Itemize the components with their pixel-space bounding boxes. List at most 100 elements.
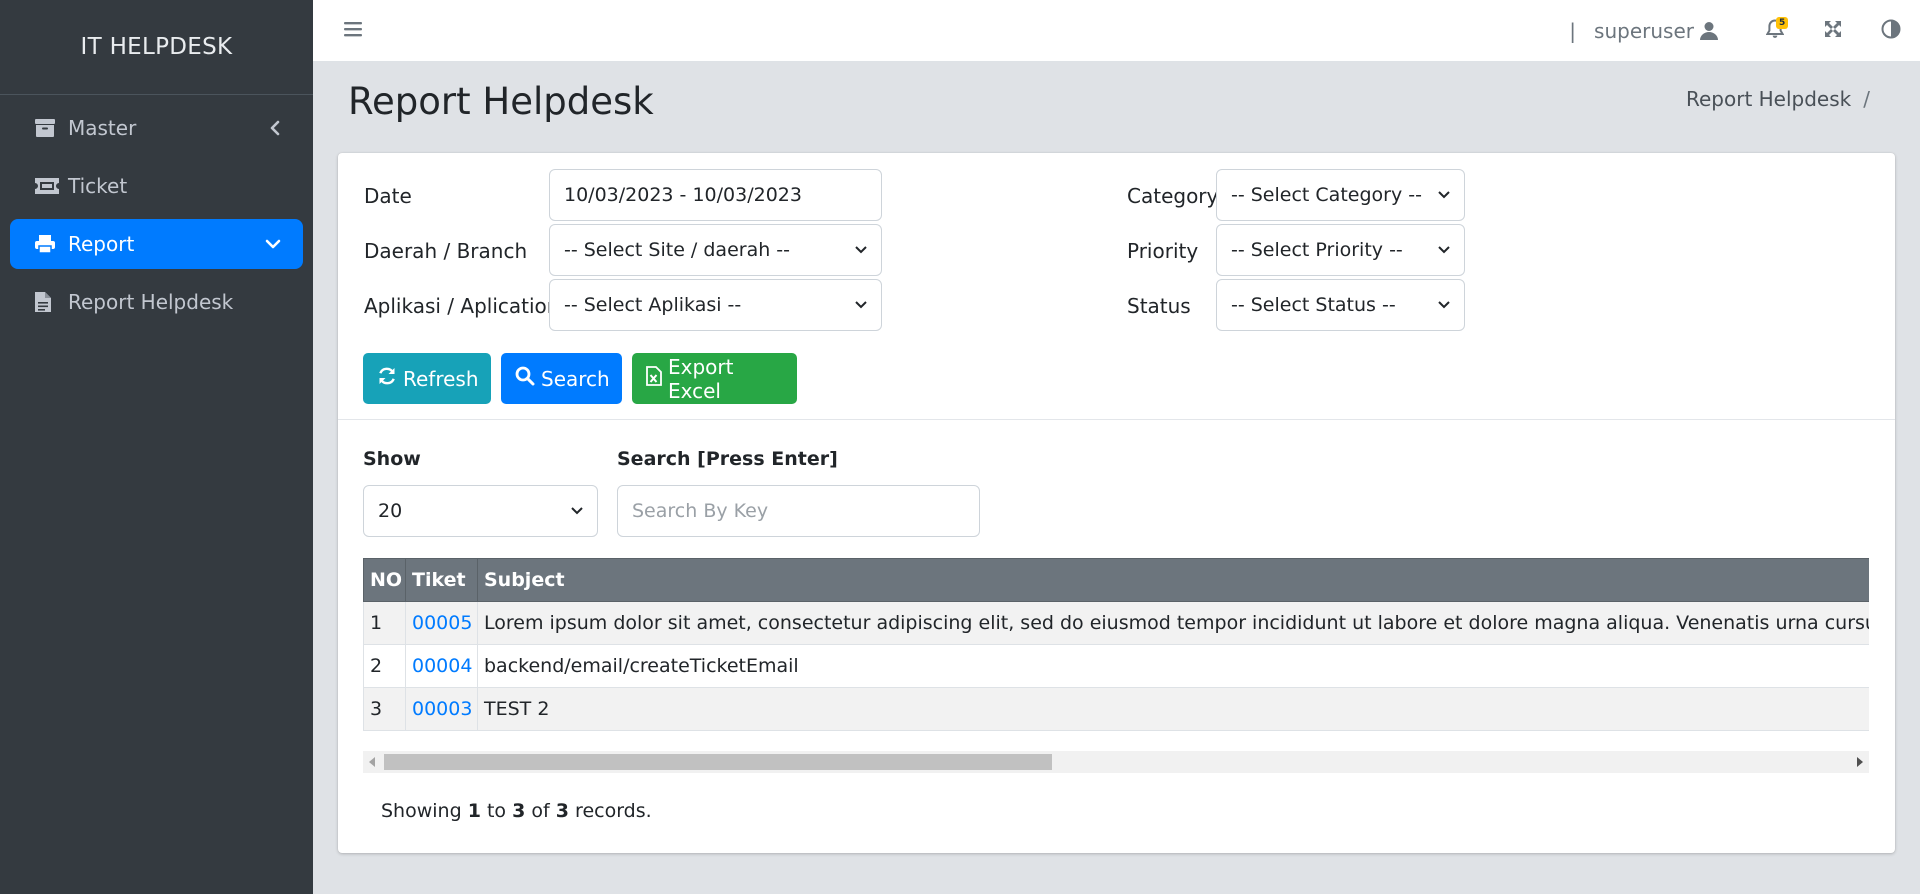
cell-ticket: 00003	[405, 687, 478, 731]
top-navbar: | superuser 5	[313, 0, 1920, 62]
refresh-icon	[377, 366, 397, 391]
breadcrumb-item[interactable]: Report Helpdesk	[1686, 87, 1851, 111]
priority-label: Priority	[1127, 239, 1199, 263]
archive-icon	[34, 118, 68, 138]
sidebar: IT HELPDESK Master Ticket Report Report …	[0, 0, 313, 894]
status-label: Status	[1127, 294, 1191, 318]
sidebar-item-label: Report Helpdesk	[68, 290, 234, 314]
category-select-value: -- Select Category --	[1231, 184, 1422, 206]
cell-ticket: 00005	[405, 601, 478, 645]
file-icon	[34, 291, 68, 313]
chevron-down-icon	[571, 507, 583, 515]
refresh-button[interactable]: Refresh	[363, 353, 491, 404]
sidebar-item-label: Ticket	[68, 174, 128, 198]
cell-no: 2	[363, 644, 406, 688]
application-select[interactable]: -- Select Aplikasi --	[549, 279, 882, 331]
chevron-down-icon	[1438, 191, 1450, 199]
sidebar-item-ticket[interactable]: Ticket	[10, 161, 303, 211]
scrollbar-thumb[interactable]	[384, 754, 1052, 770]
sidebar-item-label: Master	[68, 116, 137, 140]
file-excel-icon	[646, 366, 662, 391]
scroll-right-icon[interactable]	[1857, 757, 1863, 767]
showing-prefix: Showing	[381, 800, 462, 822]
application-select-value: -- Select Aplikasi --	[564, 294, 742, 316]
show-label: Show	[363, 448, 421, 470]
user-icon[interactable]	[1700, 21, 1728, 41]
chevron-down-icon	[1438, 301, 1450, 309]
table-row: 2 00004 backend/email/createTicketEmail	[363, 644, 1869, 688]
column-header-subject[interactable]: Subject	[477, 558, 1869, 602]
status-select[interactable]: -- Select Status --	[1216, 279, 1465, 331]
fullscreen-button[interactable]	[1804, 0, 1862, 62]
sidebar-item-report[interactable]: Report	[10, 219, 303, 269]
application-label: Aplikasi / Aplication	[364, 294, 560, 318]
ticket-icon	[34, 177, 68, 195]
section-divider	[338, 419, 1895, 420]
theme-toggle-icon	[1881, 19, 1901, 44]
sidebar-item-report-helpdesk[interactable]: Report Helpdesk	[10, 277, 303, 327]
horizontal-scrollbar[interactable]	[363, 751, 1869, 773]
notification-badge: 5	[1776, 17, 1789, 29]
chevron-left-icon	[269, 120, 281, 136]
ticket-link[interactable]: 00005	[412, 612, 472, 634]
showing-total: 3	[555, 800, 569, 822]
date-range-input[interactable]: 10/03/2023 - 10/03/2023	[549, 169, 882, 221]
date-label: Date	[364, 184, 412, 208]
priority-select[interactable]: -- Select Priority --	[1216, 224, 1465, 276]
notifications-button[interactable]: 5	[1746, 0, 1804, 62]
column-header-no[interactable]: NO	[363, 558, 406, 602]
category-select[interactable]: -- Select Category --	[1216, 169, 1465, 221]
column-header-ticket[interactable]: Tiket	[405, 558, 478, 602]
separator: |	[1569, 19, 1577, 43]
showing-from: 1	[467, 800, 481, 822]
theme-toggle-button[interactable]	[1862, 0, 1920, 62]
page-size-value: 20	[378, 500, 403, 522]
breadcrumb-separator: /	[1863, 87, 1870, 111]
chevron-down-icon	[1438, 246, 1450, 254]
ticket-link[interactable]: 00003	[412, 698, 472, 720]
menu-icon[interactable]	[343, 19, 363, 44]
search-key-input[interactable]	[632, 500, 965, 522]
showing-suffix: records.	[575, 800, 652, 822]
cell-no: 1	[363, 601, 406, 645]
username[interactable]: superuser	[1594, 19, 1694, 43]
search-icon	[515, 366, 535, 391]
branch-label: Daerah / Branch	[364, 239, 528, 263]
sidebar-item-label: Report	[68, 232, 135, 256]
branch-select-value: -- Select Site / daerah --	[564, 239, 791, 261]
scroll-left-icon[interactable]	[369, 757, 375, 767]
cell-no: 3	[363, 687, 406, 731]
cell-subject: backend/email/createTicketEmail	[477, 644, 1869, 688]
page-title: Report Helpdesk	[348, 80, 654, 123]
brand-logo[interactable]: IT HELPDESK	[0, 0, 313, 95]
ticket-link[interactable]: 00004	[412, 655, 472, 677]
search-button[interactable]: Search	[501, 353, 622, 404]
report-card: Date 10/03/2023 - 10/03/2023 Daerah / Br…	[338, 153, 1895, 853]
refresh-label: Refresh	[403, 366, 479, 391]
status-select-value: -- Select Status --	[1231, 294, 1396, 316]
sidebar-item-master[interactable]: Master	[10, 103, 303, 153]
page-size-select[interactable]: 20	[363, 485, 598, 537]
export-label: Export Excel	[668, 354, 734, 403]
cell-subject: TEST 2	[477, 687, 1869, 731]
report-table: NO Tiket Subject 1 00005 Lorem ipsum dol…	[363, 558, 1869, 731]
sidebar-nav: Master Ticket Report Report Helpdesk	[0, 95, 313, 343]
showing-of-word: of	[531, 800, 550, 822]
chevron-down-icon	[855, 246, 867, 254]
table-row: 1 00005 Lorem ipsum dolor sit amet, cons…	[363, 601, 1869, 645]
showing-to: 3	[512, 800, 526, 822]
priority-select-value: -- Select Priority --	[1231, 239, 1403, 261]
category-label: Category	[1127, 184, 1219, 208]
export-excel-button[interactable]: Export Excel	[632, 353, 797, 404]
report-table-container: NO Tiket Subject 1 00005 Lorem ipsum dol…	[363, 558, 1869, 738]
chevron-down-icon	[265, 238, 281, 250]
search-key-label: Search [Press Enter]	[617, 448, 838, 470]
search-key-field	[617, 485, 980, 537]
table-header-row: NO Tiket Subject	[363, 558, 1869, 602]
print-icon	[34, 234, 68, 254]
date-range-value: 10/03/2023 - 10/03/2023	[564, 184, 802, 206]
branch-select[interactable]: -- Select Site / daerah --	[549, 224, 882, 276]
navbar-right: | superuser 5	[1569, 0, 1920, 62]
search-label: Search	[541, 366, 610, 391]
fullscreen-icon	[1824, 19, 1842, 43]
